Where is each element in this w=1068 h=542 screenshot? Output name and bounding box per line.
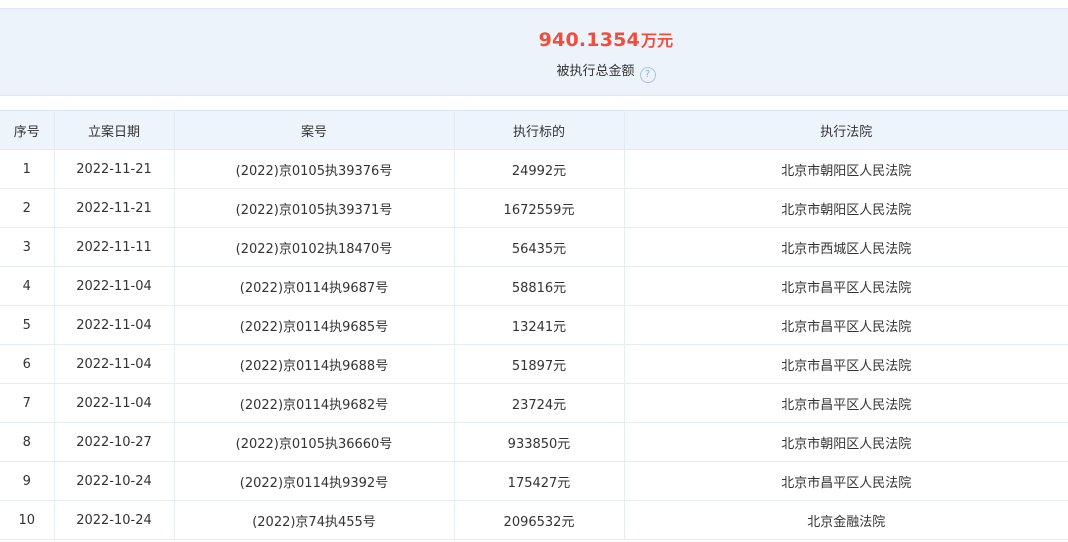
cell-amount: 56435元	[453, 227, 625, 267]
cell-index: 3	[0, 227, 55, 267]
cell-amount: 24992元	[453, 149, 625, 189]
table-row: 5 2022-11-04 (2022)京0114执9685号 13241元 北京…	[0, 305, 1068, 345]
cell-amount: 13241元	[453, 305, 625, 345]
cell-amount: 175427元	[453, 461, 625, 501]
cell-court: 北京市昌平区人民法院	[623, 344, 1068, 384]
column-header-court[interactable]: 执行法院	[623, 110, 1068, 150]
cell-court: 北京金融法院	[623, 500, 1068, 540]
column-header-index[interactable]: 序号	[0, 110, 55, 150]
cell-filing-date: 2022-11-21	[53, 188, 175, 228]
cell-filing-date: 2022-10-27	[53, 422, 175, 462]
cell-filing-date: 2022-11-11	[53, 227, 175, 267]
cell-court: 北京市昌平区人民法院	[623, 305, 1068, 345]
cell-court: 北京市昌平区人民法院	[623, 383, 1068, 423]
cell-amount: 23724元	[453, 383, 625, 423]
table-row: 3 2022-11-11 (2022)京0102执18470号 56435元 北…	[0, 227, 1068, 267]
cell-case-number: (2022)京0114执9682号	[173, 383, 455, 423]
cell-case-number: (2022)京0114执9688号	[173, 344, 455, 384]
cell-filing-date: 2022-11-04	[53, 344, 175, 384]
column-header-amount[interactable]: 执行标的	[453, 110, 625, 150]
cell-amount: 58816元	[453, 266, 625, 306]
table-row: 4 2022-11-04 (2022)京0114执9687号 58816元 北京…	[0, 266, 1068, 306]
cell-filing-date: 2022-10-24	[53, 500, 175, 540]
cell-case-number: (2022)京74执455号	[173, 500, 455, 540]
cell-index: 8	[0, 422, 55, 462]
total-amount-caption: 被执行总金额?	[0, 60, 1068, 83]
cell-index: 2	[0, 188, 55, 228]
total-amount: 940.1354万元	[0, 27, 1068, 51]
cell-filing-date: 2022-10-24	[53, 461, 175, 501]
cell-court: 北京市朝阳区人民法院	[623, 188, 1068, 228]
cell-index: 10	[0, 500, 55, 540]
table-row: 10 2022-10-24 (2022)京74执455号 2096532元 北京…	[0, 500, 1068, 540]
enforcement-table: 序号 立案日期 案号 执行标的 执行法院 1 2022-11-21 (2022)…	[0, 110, 1068, 540]
cell-amount: 2096532元	[453, 500, 625, 540]
cell-index: 5	[0, 305, 55, 345]
cell-case-number: (2022)京0114执9392号	[173, 461, 455, 501]
cell-index: 9	[0, 461, 55, 501]
total-amount-label: 被执行总金额	[556, 64, 635, 79]
cell-filing-date: 2022-11-04	[53, 305, 175, 345]
cell-case-number: (2022)京0102执18470号	[173, 227, 455, 267]
cell-court: 北京市朝阳区人民法院	[623, 422, 1068, 462]
cell-filing-date: 2022-11-21	[53, 149, 175, 189]
total-amount-panel: 940.1354万元 被执行总金额?	[0, 8, 1068, 96]
cell-court: 北京市昌平区人民法院	[623, 461, 1068, 501]
cell-case-number: (2022)京0114执9687号	[173, 266, 455, 306]
cell-case-number: (2022)京0114执9685号	[173, 305, 455, 345]
cell-filing-date: 2022-11-04	[53, 383, 175, 423]
cell-index: 1	[0, 149, 55, 189]
cell-case-number: (2022)京0105执39376号	[173, 149, 455, 189]
cell-amount: 51897元	[453, 344, 625, 384]
table-row: 8 2022-10-27 (2022)京0105执36660号 933850元 …	[0, 422, 1068, 462]
table-row: 6 2022-11-04 (2022)京0114执9688号 51897元 北京…	[0, 344, 1068, 384]
cell-index: 7	[0, 383, 55, 423]
cell-amount: 933850元	[453, 422, 625, 462]
cell-index: 4	[0, 266, 55, 306]
table-row: 1 2022-11-21 (2022)京0105执39376号 24992元 北…	[0, 149, 1068, 189]
total-amount-unit: 万元	[640, 31, 674, 50]
total-amount-value: 940.1354	[538, 29, 640, 51]
cell-court: 北京市昌平区人民法院	[623, 266, 1068, 306]
cell-filing-date: 2022-11-04	[53, 266, 175, 306]
cell-case-number: (2022)京0105执39371号	[173, 188, 455, 228]
column-header-case-number[interactable]: 案号	[173, 110, 455, 150]
help-icon[interactable]: ?	[639, 67, 656, 83]
cell-court: 北京市西城区人民法院	[623, 227, 1068, 267]
cell-amount: 1672559元	[453, 188, 625, 228]
table-row: 2 2022-11-21 (2022)京0105执39371号 1672559元…	[0, 188, 1068, 228]
cell-index: 6	[0, 344, 55, 384]
cell-court: 北京市朝阳区人民法院	[623, 149, 1068, 189]
table-header-row: 序号 立案日期 案号 执行标的 执行法院	[0, 110, 1068, 150]
table-row: 7 2022-11-04 (2022)京0114执9682号 23724元 北京…	[0, 383, 1068, 423]
cell-case-number: (2022)京0105执36660号	[173, 422, 455, 462]
column-header-filing-date[interactable]: 立案日期	[53, 110, 175, 150]
table-row: 9 2022-10-24 (2022)京0114执9392号 175427元 北…	[0, 461, 1068, 501]
